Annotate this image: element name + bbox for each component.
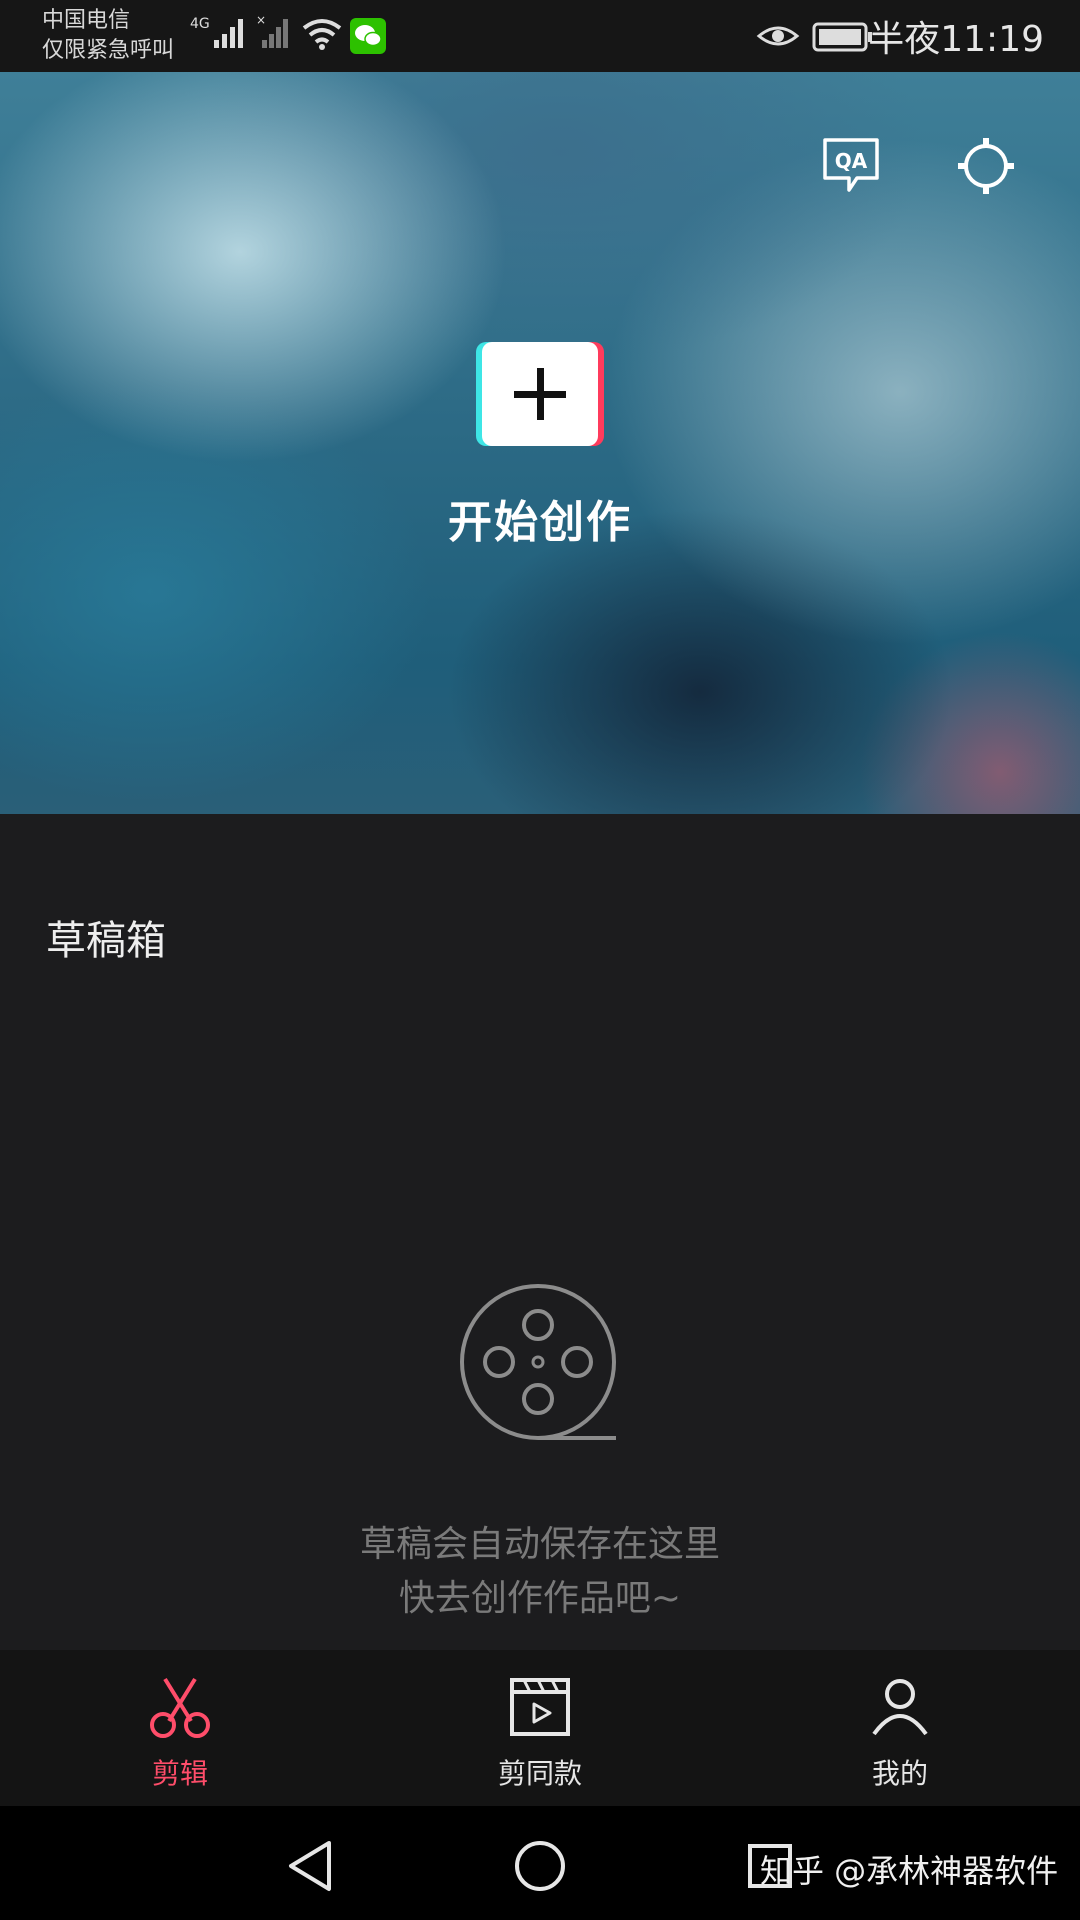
signal-icon (214, 19, 243, 48)
hero-banner: QA 开始创作 (0, 72, 1080, 814)
network-type: 4G (190, 16, 210, 32)
tab-edit-label: 剪辑 (151, 1757, 208, 1790)
watermark: 知乎 @承林神器软件 (760, 1852, 1059, 1890)
drafts-title: 草稿箱 (46, 918, 166, 964)
tab-templates-label: 剪同款 (497, 1757, 582, 1790)
clapperboard-icon (510, 1678, 570, 1736)
profile-icon (872, 1679, 928, 1736)
empty-line-2: 快去创作作品吧~ (398, 1578, 682, 1619)
qa-icon: QA (823, 138, 879, 192)
create-button[interactable] (482, 342, 598, 446)
wechat-icon (350, 18, 386, 54)
battery-icon (812, 22, 872, 52)
settings-button[interactable] (950, 130, 1022, 202)
film-reel-icon (460, 1284, 616, 1440)
nav-home-button[interactable] (510, 1836, 570, 1896)
back-triangle-icon (289, 1841, 331, 1891)
tab-edit[interactable]: 剪辑 (80, 1650, 280, 1806)
nav-back-button[interactable] (280, 1836, 340, 1896)
carrier-info: 中国电信 仅限紧急呼叫 (42, 6, 174, 66)
signal-off-icon: × (256, 14, 288, 48)
create-label: 开始创作 (448, 497, 632, 548)
home-circle-icon (515, 1841, 565, 1891)
drafts-empty-message: 草稿会自动保存在这里 快去创作作品吧~ (0, 1518, 1080, 1626)
tab-templates[interactable]: 剪同款 (440, 1650, 640, 1806)
qa-button[interactable]: QA (815, 130, 887, 202)
tab-profile-label: 我的 (871, 1757, 928, 1790)
bottom-tab-bar: 剪辑 剪同款 我的 (0, 1650, 1080, 1806)
svg-text:QA: QA (835, 149, 868, 173)
clock: 半夜11:19 (868, 19, 1044, 60)
scissors-icon (150, 1677, 210, 1738)
empty-line-1: 草稿会自动保存在这里 (359, 1524, 720, 1565)
start-create[interactable]: 开始创作 (0, 342, 1080, 550)
carrier-name: 中国电信 (42, 8, 131, 33)
settings-icon (958, 138, 1014, 194)
status-bar: 中国电信 仅限紧急呼叫 4G × 半夜11:19 (0, 0, 1080, 72)
eye-icon (756, 26, 800, 46)
carrier-status: 仅限紧急呼叫 (42, 38, 175, 63)
wifi-icon (302, 19, 342, 50)
tab-profile[interactable]: 我的 (800, 1650, 1000, 1806)
svg-text:×: × (256, 14, 266, 27)
